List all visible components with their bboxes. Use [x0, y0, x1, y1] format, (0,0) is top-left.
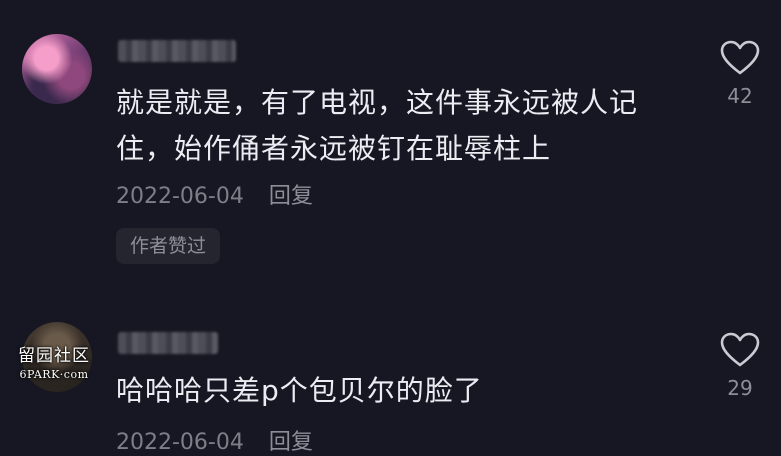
comment-text-line: 住，始作俑者永远被钉在耻辱柱上	[116, 132, 552, 165]
watermark-cn: 留园社区	[18, 346, 90, 366]
comment-meta: 2022-06-04 回复	[116, 178, 313, 210]
username-blurred[interactable]	[118, 40, 236, 62]
comment-date: 2022-06-04	[116, 184, 244, 209]
like-button[interactable]: 29	[712, 332, 768, 400]
comment-item-1: 就是就是，有了电视，这件事永远被人记 住，始作俑者永远被钉在耻辱柱上 2022-…	[0, 0, 781, 300]
avatar[interactable]	[22, 34, 92, 104]
site-watermark: 留园社区 6PARK·com	[8, 341, 100, 381]
comment-text: 就是就是，有了电视，这件事永远被人记 住，始作俑者永远被钉在耻辱柱上	[116, 80, 686, 172]
like-count: 42	[727, 84, 753, 108]
heart-outline-icon[interactable]	[720, 332, 760, 368]
comment-meta: 2022-06-04 回复	[116, 424, 313, 456]
heart-outline-icon[interactable]	[720, 40, 760, 76]
watermark-en: 6PARK·com	[19, 368, 89, 381]
comment-text: 哈哈哈只差p个包贝尔的脸了	[116, 368, 686, 414]
comment-text-line: 哈哈哈只差p个包贝尔的脸了	[116, 374, 483, 407]
reply-button[interactable]: 回复	[269, 184, 313, 209]
username-blurred[interactable]	[118, 332, 218, 354]
comment-item-2: 哈哈哈只差p个包贝尔的脸了 2022-06-04 回复 29	[0, 300, 781, 455]
reply-button[interactable]: 回复	[269, 430, 313, 455]
comment-text-line: 就是就是，有了电视，这件事永远被人记	[116, 86, 639, 119]
author-liked-badge: 作者赞过	[116, 228, 221, 264]
like-button[interactable]: 42	[712, 40, 768, 108]
like-count: 29	[727, 376, 753, 400]
comment-date: 2022-06-04	[116, 430, 244, 455]
